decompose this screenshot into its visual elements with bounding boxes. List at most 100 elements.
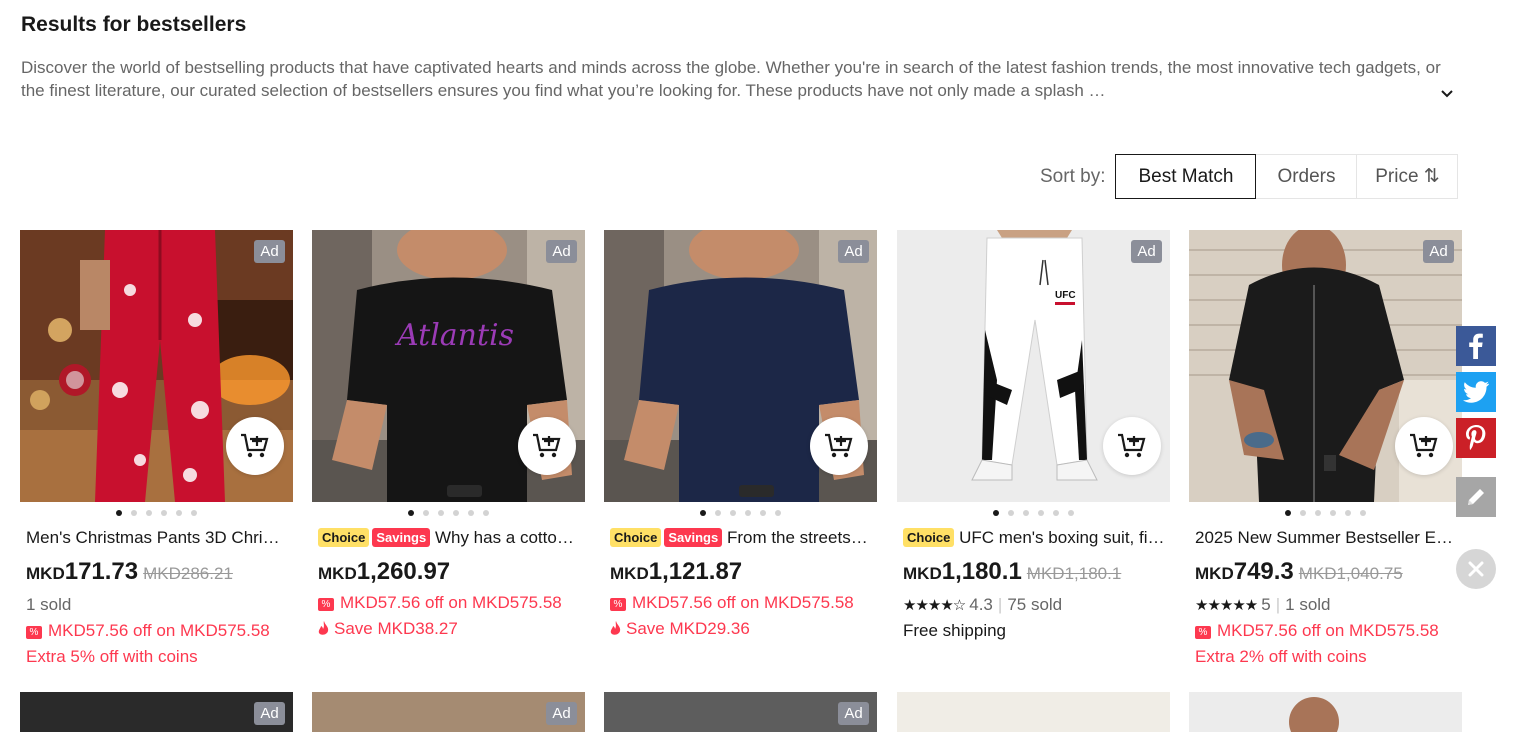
product-title[interactable]: Men's Christmas Pants 3D Christmas Print… [26, 526, 288, 550]
product-title[interactable]: 2025 New Summer Bestseller European and … [1195, 526, 1457, 550]
coupon-icon: % [610, 598, 626, 611]
sort-orders[interactable]: Orders [1256, 154, 1358, 199]
price-row: MKD1,260.97 [318, 558, 585, 586]
product-title[interactable]: Choice UFC men's boxing suit, fitness ru… [903, 526, 1165, 550]
star-rating-icon: ★★★★★ [1195, 597, 1258, 614]
product-image[interactable]: Ad [20, 230, 293, 502]
sort-best-match[interactable]: Best Match [1115, 154, 1257, 199]
image-carousel-dots[interactable] [897, 510, 1170, 518]
image-carousel-dots[interactable] [312, 510, 585, 518]
product-card[interactable] [1189, 692, 1462, 732]
coupon-icon: % [1195, 626, 1211, 639]
product-title-text: From the streets to the gym, men's t-shi… [726, 528, 872, 547]
product-image[interactable]: Ad [604, 692, 877, 732]
add-to-cart-icon[interactable] [1103, 417, 1161, 475]
currency: MKD [26, 564, 65, 583]
coupon-icon: % [26, 626, 42, 639]
twitter-icon[interactable] [1456, 372, 1496, 412]
choice-badge: Choice [318, 528, 370, 547]
close-icon[interactable] [1456, 549, 1496, 589]
product-image[interactable]: Ad [312, 692, 585, 732]
rating-row: ★★★★☆ 4.3 | 75 sold [903, 595, 1063, 614]
sold-count: 1 sold [1285, 595, 1331, 614]
edit-icon[interactable] [1456, 477, 1496, 517]
price-row: MKD1,180.1 MKD1,180.1 [903, 558, 1170, 586]
product-card[interactable]: Ad 2025 New Summer Bestseller European a… [1189, 230, 1462, 670]
image-carousel-dots[interactable] [1189, 510, 1462, 518]
sort-label: Sort by: [1040, 165, 1106, 187]
currency: MKD [903, 564, 942, 583]
add-to-cart-icon[interactable] [1395, 417, 1453, 475]
product-title[interactable]: ChoiceSavings From the streets to the gy… [610, 526, 872, 550]
description-text: Discover the world of bestselling produc… [21, 58, 1441, 100]
ad-badge: Ad [1423, 240, 1454, 263]
star-rating-icon: ★★★★☆ [903, 597, 966, 614]
product-card[interactable]: Atlantis Ad Choice Savings Why has a cott… [312, 230, 585, 642]
coupon-text: MKD57.56 off on MKD575.58 [632, 593, 854, 612]
coupon-line: % MKD57.56 off on MKD575.58 [610, 590, 877, 616]
product-image[interactable]: Atlantis Ad [312, 230, 585, 502]
coins-offer: Extra 5% off with coins [26, 647, 198, 666]
image-carousel-dots[interactable] [604, 510, 877, 518]
sale-price: 1,180.1 [941, 558, 1022, 585]
chevron-down-icon[interactable] [1441, 82, 1453, 105]
ad-badge: Ad [546, 702, 577, 725]
ad-badge: Ad [254, 240, 285, 263]
product-card[interactable]: Ad [20, 692, 293, 732]
savings-badge: Savings [664, 528, 723, 547]
sold-count: 75 sold [1007, 595, 1063, 614]
add-to-cart-icon[interactable] [518, 417, 576, 475]
sold-count: 1 sold [26, 595, 72, 614]
product-image[interactable]: Ad [604, 230, 877, 502]
facebook-icon[interactable] [1456, 326, 1496, 366]
sale-price: 1,260.97 [356, 558, 451, 585]
product-image[interactable]: UFC Ad [897, 230, 1170, 502]
save-line: Save MKD38.27 [318, 616, 585, 642]
save-text: Save MKD29.36 [626, 619, 750, 638]
coupon-line: % MKD57.56 off on MKD575.58 [26, 618, 293, 644]
product-image[interactable]: Ad [20, 692, 293, 732]
ad-badge: Ad [838, 240, 869, 263]
product-title[interactable]: ChoiceSavings Why has a cotton t-shirt b… [318, 526, 580, 550]
product-image[interactable] [897, 692, 1170, 732]
save-text: Save MKD38.27 [334, 619, 458, 638]
product-card[interactable]: Ad ChoiceSavings From the streets to the… [604, 230, 877, 642]
add-to-cart-icon[interactable] [810, 417, 868, 475]
coupon-line: % MKD57.56 off on MKD575.58 [1195, 618, 1462, 644]
product-image[interactable]: Ad [1189, 230, 1462, 502]
ad-badge: Ad [838, 702, 869, 725]
product-title-text: UFC men's boxing suit, fitness running s… [959, 528, 1165, 547]
product-card[interactable]: Ad [604, 692, 877, 732]
pinterest-icon[interactable] [1456, 418, 1496, 458]
price-row: MKD1,121.87 [610, 558, 877, 586]
image-carousel-dots[interactable] [20, 510, 293, 518]
product-card[interactable]: UFC Ad Choice UFC men's boxing suit, fit… [897, 230, 1170, 644]
sale-price: 171.73 [64, 558, 139, 585]
ad-badge: Ad [1131, 240, 1162, 263]
add-to-cart-icon[interactable] [226, 417, 284, 475]
product-card[interactable] [897, 692, 1170, 732]
ad-badge: Ad [254, 702, 285, 725]
product-image[interactable] [1189, 692, 1462, 732]
sort-price[interactable]: Price ⇅ [1357, 154, 1459, 199]
coupon-icon: % [318, 598, 334, 611]
svg-text:Atlantis: Atlantis [394, 318, 514, 353]
currency: MKD [1195, 564, 1234, 583]
sale-price: 749.3 [1233, 558, 1294, 585]
rating-row: ★★★★★ 5 | 1 sold [1195, 595, 1331, 614]
product-card[interactable]: Ad Men's Christmas Pants 3D Christmas Pr… [20, 230, 293, 670]
svg-text:UFC: UFC [1055, 290, 1076, 301]
product-card[interactable]: Ad [312, 692, 585, 732]
search-description: Discover the world of bestselling produc… [21, 56, 1453, 102]
coupon-text: MKD57.56 off on MKD575.58 [48, 621, 270, 640]
shipping-info: Free shipping [903, 621, 1007, 640]
coupon-text: MKD57.56 off on MKD575.58 [340, 593, 562, 612]
coupon-line: % MKD57.56 off on MKD575.58 [318, 590, 585, 616]
choice-badge: Choice [610, 528, 662, 547]
rating-value: 5 [1261, 595, 1271, 614]
original-price: MKD286.21 [143, 564, 233, 583]
rating-value: 4.3 [969, 595, 993, 614]
page-title: Results for bestsellers [21, 13, 247, 36]
coupon-text: MKD57.56 off on MKD575.58 [1217, 621, 1439, 640]
price-row: MKD171.73 MKD286.21 [26, 558, 293, 586]
